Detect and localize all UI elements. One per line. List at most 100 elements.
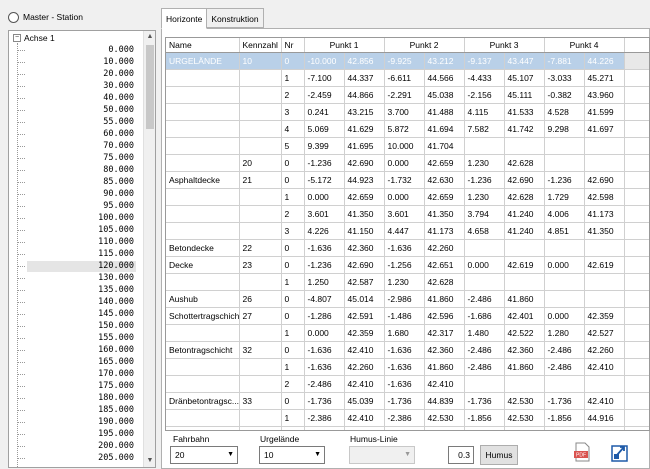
table-cell[interactable]: -1.236	[304, 256, 345, 274]
table-cell[interactable]: 41.488	[424, 103, 465, 121]
table-cell[interactable]: -7.881	[544, 52, 585, 70]
table-cell[interactable]: 41.173	[584, 205, 625, 223]
table-cell[interactable]: 1	[281, 273, 305, 291]
table-cell[interactable]: 9.399	[304, 137, 345, 155]
table-cell[interactable]: 0	[281, 307, 305, 325]
table-cell[interactable]: -2.486	[464, 358, 505, 376]
table-cell[interactable]: 1.480	[464, 324, 505, 342]
table-cell[interactable]: 42.260	[344, 358, 385, 376]
table-cell[interactable]	[166, 69, 240, 87]
table-cell[interactable]: -1.856	[384, 426, 425, 430]
table-cell[interactable]: -1.286	[304, 307, 345, 325]
table-cell[interactable]	[464, 137, 505, 155]
station-item[interactable]: 100.000	[17, 213, 136, 224]
table-cell[interactable]: 42.530	[504, 392, 545, 410]
table-cell[interactable]: 4.447	[384, 222, 425, 240]
table-cell[interactable]: 44.923	[344, 171, 385, 189]
table-cell[interactable]	[239, 69, 282, 87]
station-item[interactable]: 0.000	[17, 45, 136, 56]
table-cell[interactable]: 42.410	[344, 341, 385, 359]
table-cell[interactable]: 44.839	[424, 392, 465, 410]
export-button[interactable]	[609, 441, 631, 463]
table-row[interactable]: Betontragschicht 32 0 -1.636 42.410 -1.636 42.…	[166, 341, 649, 359]
table-cell[interactable]: -3.033	[544, 69, 585, 87]
table-cell[interactable]: 41.350	[584, 222, 625, 240]
table-cell[interactable]	[166, 154, 240, 172]
table-cell[interactable]: 42.522	[504, 324, 545, 342]
table-cell[interactable]: 42.360	[504, 341, 545, 359]
table-cell[interactable]: 9.298	[544, 120, 585, 138]
station-item[interactable]: 170.000	[17, 369, 136, 380]
pdf-export-button[interactable]: PDF	[571, 441, 593, 463]
table-cell[interactable]: 23	[239, 256, 282, 274]
table-row[interactable]: 1 1.250 42.587 1.230 42.628	[166, 273, 649, 291]
table-cell[interactable]: -1.236	[544, 171, 585, 189]
table-cell[interactable]: 42.659	[424, 154, 465, 172]
station-item[interactable]: 60.000	[17, 129, 136, 140]
table-cell[interactable]	[166, 120, 240, 138]
table-cell[interactable]: 42.359	[344, 324, 385, 342]
col-header-name[interactable]: Name	[166, 38, 240, 53]
table-cell[interactable]: 2	[281, 375, 305, 393]
table-cell[interactable]: 42.619	[584, 256, 625, 274]
table-cell[interactable]: 4.528	[544, 103, 585, 121]
table-cell[interactable]: 43.215	[344, 103, 385, 121]
table-cell[interactable]: 41.694	[424, 120, 465, 138]
station-item[interactable]: 130.000	[17, 273, 136, 284]
table-cell[interactable]	[166, 188, 240, 206]
table-cell[interactable]: 41.629	[344, 120, 385, 138]
table-cell[interactable]: -1.636	[384, 239, 425, 257]
table-row[interactable]: 3 0.241 43.215 3.700 41.488 4.115 41.533 4.528 4…	[166, 103, 649, 121]
col-header-punkt4[interactable]: Punkt 4	[544, 38, 625, 53]
table-cell[interactable]: 44.916	[584, 409, 625, 427]
table-cell[interactable]: 1.230	[464, 154, 505, 172]
table-row[interactable]: 1 -2.386 42.410 -2.386 42.530 -1.856 42.530 -1.…	[166, 409, 649, 427]
table-row[interactable]: Asphaltdecke 21 0 -5.172 44.923 -1.732 42.630-…	[166, 171, 649, 189]
col-header-punkt3[interactable]: Punkt 3	[464, 38, 545, 53]
table-cell[interactable]: -1.636	[304, 239, 345, 257]
table-cell[interactable]: 42.598	[584, 188, 625, 206]
station-item[interactable]: 40.000	[17, 93, 136, 104]
table-cell[interactable]: -1.736	[304, 392, 345, 410]
table-cell[interactable]	[544, 375, 585, 393]
table-cell[interactable]	[239, 222, 282, 240]
table-cell[interactable]: 42.360	[424, 341, 465, 359]
table-cell[interactable]: -1.256	[384, 256, 425, 274]
humus-button[interactable]: Humus	[480, 445, 518, 465]
table-cell[interactable]: -2.291	[384, 86, 425, 104]
table-cell[interactable]: 0	[281, 239, 305, 257]
station-tree[interactable]: − Achse 1 0.000 10.000 20.000 30.000 40.000 5…	[8, 30, 156, 468]
table-cell[interactable]: -5.172	[304, 171, 345, 189]
table-cell[interactable]: -2.486	[464, 290, 505, 308]
station-item[interactable]: 175.000	[17, 381, 136, 392]
humus-linie-select[interactable]: ▼	[349, 446, 415, 464]
table-cell[interactable]: 41.350	[344, 205, 385, 223]
table-cell[interactable]	[239, 426, 282, 430]
table-cell[interactable]	[239, 358, 282, 376]
table-cell[interactable]	[166, 426, 240, 430]
table-cell[interactable]: 3.601	[384, 205, 425, 223]
table-cell[interactable]: -2.486	[464, 341, 505, 359]
table-cell[interactable]: 0	[281, 171, 305, 189]
table-cell[interactable]: 0.000	[544, 307, 585, 325]
table-cell[interactable]	[166, 103, 240, 121]
table-cell[interactable]	[239, 273, 282, 291]
table-cell[interactable]: -1.236	[304, 154, 345, 172]
table-cell[interactable]: 33	[239, 392, 282, 410]
station-item[interactable]: 110.000	[17, 237, 136, 248]
table-row[interactable]: 3 4.226 41.150 4.447 41.173 4.658 41.240 4.851 4…	[166, 222, 649, 240]
table-cell[interactable]	[166, 375, 240, 393]
scroll-down-icon[interactable]: ▼	[144, 455, 155, 467]
table-cell[interactable]: 3.601	[304, 205, 345, 223]
table-cell[interactable]: 1	[281, 69, 305, 87]
table-cell[interactable]: -7.100	[304, 69, 345, 87]
table-cell[interactable]: 42.690	[344, 154, 385, 172]
table-cell[interactable]	[166, 137, 240, 155]
table-cell[interactable]: 42.628	[424, 273, 465, 291]
table-cell[interactable]: -4.807	[304, 290, 345, 308]
table-cell[interactable]	[584, 375, 625, 393]
station-item[interactable]: 75.000	[17, 153, 136, 164]
table-cell[interactable]: -2.386	[384, 409, 425, 427]
table-cell[interactable]: 42.690	[504, 171, 545, 189]
table-cell[interactable]: -1.736	[464, 426, 505, 430]
